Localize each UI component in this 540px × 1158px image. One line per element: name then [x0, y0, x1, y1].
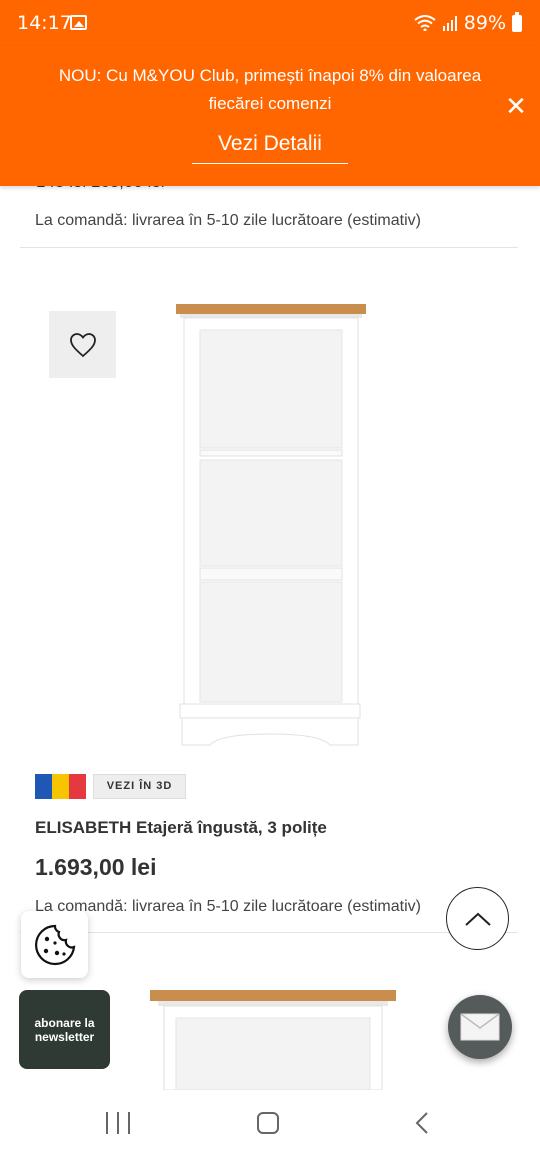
next-product-image[interactable]: [150, 990, 396, 1090]
previous-product-delivery: La comandă: livrarea în 5-10 zile lucrăt…: [35, 212, 421, 229]
mail-button[interactable]: [448, 995, 512, 1059]
product-price: 1.693,00 lei: [35, 854, 157, 880]
close-icon[interactable]: ✕: [504, 94, 528, 120]
cookie-settings-button[interactable]: [21, 911, 88, 978]
recent-apps-icon[interactable]: [106, 1112, 130, 1134]
battery-percent: 89%: [463, 12, 506, 34]
system-nav-bar: [0, 1090, 540, 1158]
battery-icon: [512, 11, 522, 32]
back-icon[interactable]: [412, 1111, 432, 1135]
image-icon: [70, 15, 87, 30]
status-right: 89%: [414, 11, 522, 34]
wifi-icon: [414, 15, 436, 31]
newsletter-label: abonare la newsletter: [34, 1015, 95, 1044]
scroll-to-top-button[interactable]: [446, 887, 509, 950]
chevron-up-icon: [464, 912, 491, 926]
status-bar: 14:17 89%: [0, 0, 540, 46]
signal-icon: [442, 16, 457, 31]
heart-icon: [69, 332, 96, 357]
newsletter-button[interactable]: abonare la newsletter: [19, 990, 110, 1069]
home-icon[interactable]: [257, 1112, 279, 1134]
view-3d-button[interactable]: VEZI ÎN 3D: [93, 774, 186, 799]
product-title[interactable]: ELISABETH Etajeră îngustă, 3 polițe: [35, 818, 327, 838]
divider: [20, 247, 518, 248]
product-delivery: La comandă: livrarea în 5-10 zile lucrăt…: [35, 898, 421, 915]
wishlist-button[interactable]: [49, 311, 116, 378]
romania-flag-icon: [35, 774, 86, 799]
status-time: 14:17: [17, 12, 72, 34]
product-image[interactable]: [170, 300, 370, 752]
promo-banner: NOU: Cu M&YOU Club, primești înapoi 8% d…: [0, 46, 540, 186]
promo-details-link[interactable]: Vezi Detalii: [192, 130, 348, 164]
promo-text: NOU: Cu M&YOU Club, primești înapoi 8% d…: [58, 66, 482, 113]
divider: [20, 932, 518, 933]
mail-icon: [460, 1013, 500, 1041]
cookie-icon: [34, 924, 75, 965]
